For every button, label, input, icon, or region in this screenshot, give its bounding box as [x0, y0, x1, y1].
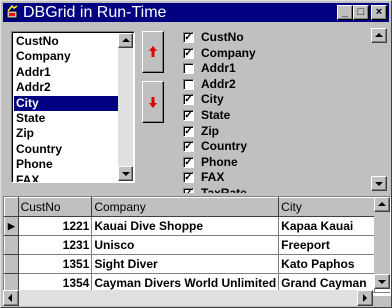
visibility-item-label: Addr2: [201, 76, 236, 91]
table-cell[interactable]: 1221: [18, 216, 93, 236]
table-cell[interactable]: Freeport: [278, 235, 375, 255]
visibility-checkbox[interactable]: ✓: [183, 109, 194, 121]
visibility-list-scrollbar[interactable]: [371, 28, 387, 193]
visibility-item-label: Country: [201, 139, 247, 154]
visibility-checkbox[interactable]: ✓: [183, 187, 194, 193]
field-list-item[interactable]: State: [14, 111, 120, 126]
visibility-item-label: Addr1: [201, 61, 236, 76]
visibility-item-label: City: [201, 92, 224, 107]
visibility-checkbox[interactable]: ✓: [183, 125, 194, 137]
scroll-up-button[interactable]: [374, 197, 390, 212]
grid-column-header[interactable]: Company: [91, 197, 280, 217]
scroll-down-button[interactable]: [371, 176, 387, 191]
visibility-item-label: CustNo: [201, 30, 244, 44]
scroll-right-button[interactable]: [357, 290, 373, 306]
app-icon: [6, 5, 18, 19]
field-list-item[interactable]: Country: [14, 142, 120, 157]
visibility-item[interactable]: ✓ TaxRate: [183, 186, 256, 193]
field-list-item[interactable]: FAX: [14, 173, 120, 182]
visibility-item[interactable]: ✓ Phone: [183, 155, 256, 171]
close-button[interactable]: ×: [371, 5, 387, 20]
field-list-item[interactable]: Phone: [14, 157, 120, 172]
field-visibility-list[interactable]: ✓ CustNo ✓ Company Addr1 Addr2 ✓ City ✓ State ✓ Zip…: [179, 28, 387, 193]
field-list-item[interactable]: Addr1: [14, 65, 120, 80]
visibility-checkbox[interactable]: ✓: [183, 47, 194, 59]
visibility-item-label: Phone: [201, 154, 238, 169]
app-window: DBGrid in Run-Time _ □ × CustNo Company Ad…: [0, 0, 392, 308]
scroll-up-button[interactable]: [118, 33, 133, 48]
minimize-button[interactable]: _: [337, 5, 353, 20]
grid-vertical-scrollbar[interactable]: [374, 197, 390, 289]
table-cell[interactable]: 1231: [18, 235, 93, 255]
visibility-checkbox[interactable]: ✓: [183, 32, 194, 43]
grid-column-header[interactable]: City: [278, 197, 375, 217]
table-row[interactable]: 1351 Sight Diver Kato Paphos: [4, 254, 390, 274]
visibility-item[interactable]: ✓ CustNo: [183, 30, 256, 46]
visibility-item[interactable]: ✓ Company: [183, 46, 256, 62]
scroll-down-button[interactable]: [374, 274, 390, 289]
visibility-checkbox[interactable]: [183, 63, 194, 75]
grid-column-header[interactable]: CustNo: [17, 197, 93, 217]
visibility-checkbox[interactable]: ✓: [183, 141, 194, 153]
row-indicator[interactable]: [4, 254, 19, 274]
row-indicator[interactable]: [4, 235, 19, 255]
table-cell[interactable]: Kapaa Kauai: [278, 216, 375, 236]
visibility-item-label: State: [201, 107, 231, 122]
grid-header-indicator: [4, 197, 19, 217]
field-list-item[interactable]: Zip: [14, 126, 120, 141]
scroll-up-button[interactable]: [371, 28, 387, 43]
visibility-item[interactable]: ✓ Country: [183, 139, 256, 155]
visibility-item[interactable]: ✓ FAX: [183, 170, 256, 186]
visibility-item-label: TaxRate: [201, 185, 247, 193]
field-list-item[interactable]: CustNo: [14, 34, 120, 49]
grid-header-row: CustNo Company City: [4, 197, 390, 217]
arrow-down-icon: [149, 97, 157, 108]
table-cell[interactable]: Kato Paphos: [278, 254, 375, 274]
visibility-checkbox[interactable]: ✓: [183, 94, 194, 106]
arrow-up-icon: [149, 46, 157, 57]
table-cell[interactable]: Sight Diver: [91, 254, 280, 274]
move-field-down-button[interactable]: [142, 81, 164, 123]
scroll-down-button[interactable]: [118, 166, 133, 181]
field-list-item[interactable]: Company: [14, 49, 120, 64]
visibility-checkbox[interactable]: [183, 78, 194, 90]
visibility-checkbox[interactable]: ✓: [183, 172, 194, 184]
scroll-left-button[interactable]: [3, 290, 19, 306]
field-list-item[interactable]: Addr2: [14, 80, 120, 95]
window-title: DBGrid in Run-Time: [23, 4, 167, 21]
table-row[interactable]: ▶ 1221 Kauai Dive Shoppe Kapaa Kauai: [4, 216, 390, 236]
data-grid[interactable]: CustNo Company City ▶ 1221 Kauai Dive Shop…: [3, 196, 391, 296]
visibility-item-label: Company: [201, 45, 256, 60]
visibility-item[interactable]: ✓ City: [183, 92, 256, 108]
visibility-item[interactable]: Addr2: [183, 77, 256, 93]
field-list-item[interactable]: City: [14, 95, 120, 111]
visibility-checkbox[interactable]: ✓: [183, 156, 194, 168]
move-field-up-button[interactable]: [142, 31, 164, 73]
field-list-scrollbar[interactable]: [118, 33, 133, 181]
table-cell[interactable]: 1351: [18, 254, 93, 274]
visibility-item[interactable]: ✓ Zip: [183, 124, 256, 140]
maximize-button[interactable]: □: [353, 5, 369, 20]
field-order-list[interactable]: CustNo Company Addr1 Addr2 City State Zip Count…: [11, 31, 135, 183]
visibility-item-label: FAX: [201, 170, 225, 185]
row-indicator[interactable]: ▶: [4, 216, 19, 236]
grid-horizontal-scrollbar[interactable]: [3, 290, 373, 306]
table-cell[interactable]: Kauai Dive Shoppe: [91, 216, 280, 236]
table-row[interactable]: 1231 Unisco Freeport: [4, 235, 390, 255]
table-cell[interactable]: Unisco: [91, 235, 280, 255]
title-bar[interactable]: DBGrid in Run-Time _ □ ×: [3, 3, 389, 22]
visibility-item-label: Zip: [201, 123, 219, 138]
visibility-item[interactable]: ✓ State: [183, 108, 256, 124]
visibility-item[interactable]: Addr1: [183, 61, 256, 77]
